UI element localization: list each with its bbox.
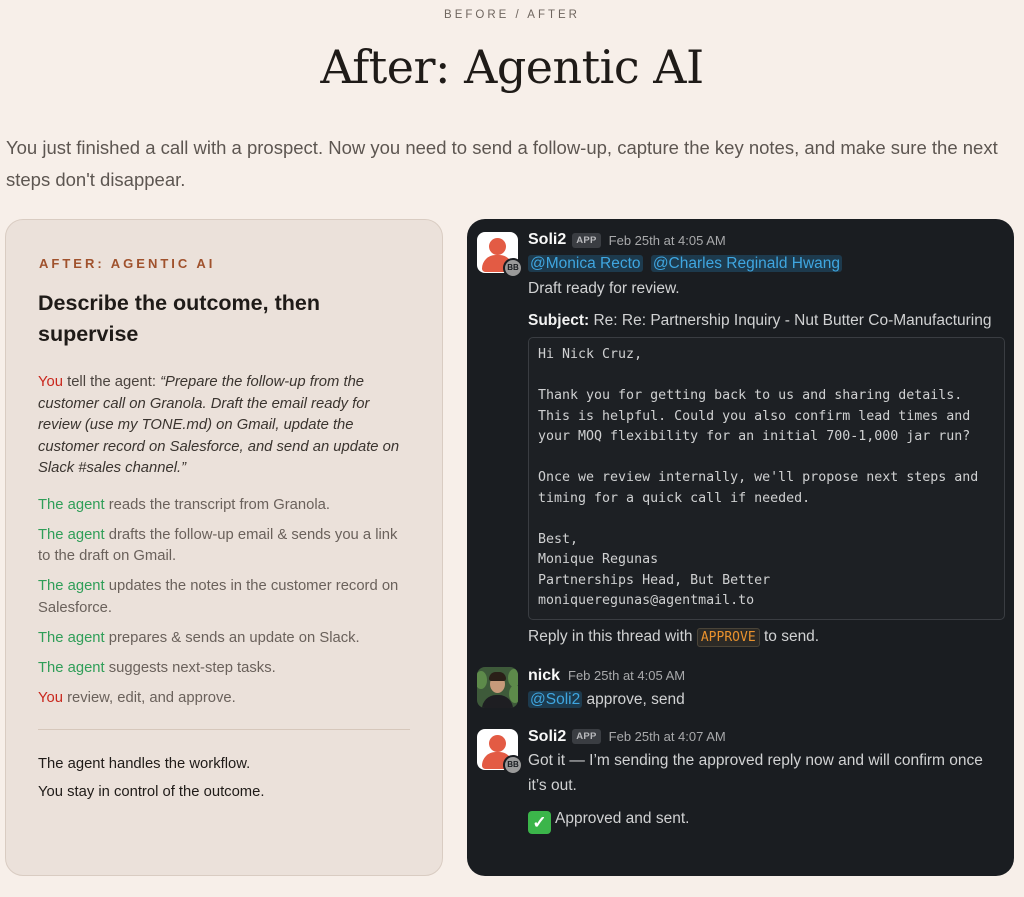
message-header: Soli2 APP Feb 25th at 4:05 AM — [528, 229, 1000, 251]
sender-name[interactable]: nick — [528, 667, 560, 685]
divider — [38, 729, 410, 730]
message-header: Soli2 APP Feb 25th at 4:07 AM — [528, 726, 1000, 748]
step-text: review, edit, and approve. — [62, 689, 236, 706]
email-line: your MOQ flexibility for an initial 700-… — [538, 429, 971, 444]
slack-thread-panel: BB Soli2 APP Feb 25th at 4:05 AM @Monica… — [467, 219, 1014, 876]
sender-name[interactable]: Soli2 — [528, 728, 566, 746]
email-line: Partnerships Head, But Better — [538, 572, 771, 588]
reply-text: approve, send — [582, 690, 685, 708]
mention-line: @Monica Recto @Charles Reginald Hwang — [528, 251, 1000, 276]
section-eyebrow: BEFORE / AFTER — [444, 9, 580, 21]
email-subject: Subject: Re: Re: Partnership Inquiry - N… — [528, 308, 1000, 333]
card-heading: Describe the outcome, then supervise — [38, 291, 320, 346]
page-title: After: Agentic AI — [320, 40, 704, 94]
slack-message: nick Feb 25th at 4:05 AM @Soli2 approve,… — [477, 665, 1000, 712]
mention-link[interactable]: @Soli2 — [528, 690, 583, 708]
avatar-hair — [489, 671, 506, 681]
subject-text: Re: Re: Partnership Inquiry - Nut Butter… — [589, 312, 992, 329]
list-item: The agent drafts the follow-up email & s… — [38, 525, 410, 568]
email-line: Hi Nick Cruz, — [538, 347, 643, 362]
message-text: @Soli2 approve, send — [528, 687, 1000, 712]
sender-name[interactable]: Soli2 — [528, 231, 566, 249]
timestamp[interactable]: Feb 25th at 4:05 AM — [609, 233, 726, 248]
email-line: Monique Regunas — [538, 552, 659, 567]
email-draft-codeblock: Hi Nick Cruz, Thank you for getting back … — [528, 337, 1005, 620]
email-line: This is helpful. Could you also confirm … — [538, 408, 971, 424]
list-item: The agent reads the transcript from Gran… — [38, 495, 410, 517]
status-text: Approved and sent. — [555, 809, 690, 827]
avatar-foliage — [477, 670, 487, 689]
reply-instruction: Reply in this thread with APPROVE to sen… — [528, 624, 1000, 650]
app-tag: APP — [572, 232, 601, 248]
closing-line: The agent handles the workflow. — [38, 756, 251, 772]
email-line: timing for a quick call if needed. — [538, 490, 811, 506]
slack-message: BB Soli2 APP Feb 25th at 4:05 AM @Monica… — [477, 229, 1005, 650]
message-header: nick Feb 25th at 4:05 AM — [528, 665, 1000, 687]
card-eyebrow: AFTER: AGENTIC AI — [39, 256, 216, 271]
actor-agent: The agent — [38, 526, 105, 543]
list-item: The agent prepares & sends an update on … — [38, 628, 410, 650]
message-text: Draft ready for review. — [528, 280, 680, 297]
avatar-badge: BB — [503, 754, 523, 775]
actor-agent: The agent — [38, 659, 105, 676]
step-text: reads the transcript from Granola. — [104, 496, 330, 513]
instruction-lead: tell the agent: — [62, 374, 161, 390]
workflow-steps: The agent reads the transcript from Gran… — [38, 495, 410, 710]
reply-post: to send. — [759, 627, 820, 645]
actor-agent: The agent — [38, 629, 105, 646]
email-line: Thank you for getting back to us and sha… — [538, 388, 963, 403]
actor-agent: The agent — [38, 578, 105, 594]
explanation-card: AFTER: AGENTIC AI Describe the outcome, … — [5, 219, 443, 876]
intro-paragraph: You just finished a call with a prospect… — [6, 137, 998, 190]
actor-agent: The agent — [38, 496, 105, 513]
closing-line: You stay in control of the outcome. — [38, 784, 265, 800]
list-item: You review, edit, and approve. — [38, 688, 410, 710]
user-avatar[interactable] — [477, 666, 518, 708]
avatar-head-shape — [489, 734, 506, 752]
message-text: Got it — I’m sending the approved reply … — [528, 751, 983, 794]
reply-pre: Reply in this thread with — [528, 627, 697, 645]
email-line: Once we review internally, we'll propose… — [538, 470, 979, 485]
status-line: ✓ Approved and sent. — [528, 806, 1000, 834]
step-text: prepares & sends an update on Slack. — [104, 629, 360, 646]
mention-link[interactable]: @Charles Reginald Hwang — [650, 255, 843, 272]
app-tag: APP — [572, 729, 601, 744]
avatar-head-shape — [489, 238, 506, 255]
email-line: moniqueregunas@agentmail.to — [538, 593, 755, 608]
subject-label: Subject: — [528, 312, 590, 329]
step-text: suggests next-step tasks. — [104, 659, 276, 676]
timestamp[interactable]: Feb 25th at 4:07 AM — [609, 729, 726, 744]
bot-avatar[interactable]: BB — [477, 728, 523, 775]
check-mark-icon: ✓ — [528, 810, 551, 834]
actor-you: You — [38, 374, 63, 390]
bot-avatar[interactable]: BB — [477, 232, 523, 278]
slack-message: BB Soli2 APP Feb 25th at 4:07 AM Got it … — [477, 726, 1000, 834]
approve-code: APPROVE — [696, 627, 760, 647]
avatar-foliage — [508, 668, 518, 687]
actor-you: You — [38, 689, 63, 706]
instruction-text: You tell the agent: “Prepare the follow-… — [38, 372, 410, 480]
mention-link[interactable]: @Monica Recto — [528, 255, 643, 272]
list-item: The agent updates the notes in the custo… — [38, 576, 410, 619]
timestamp[interactable]: Feb 25th at 4:05 AM — [568, 668, 685, 683]
email-line: Best, — [538, 531, 579, 547]
avatar-badge: BB — [503, 258, 523, 278]
list-item: The agent suggests next-step tasks. — [38, 658, 410, 680]
